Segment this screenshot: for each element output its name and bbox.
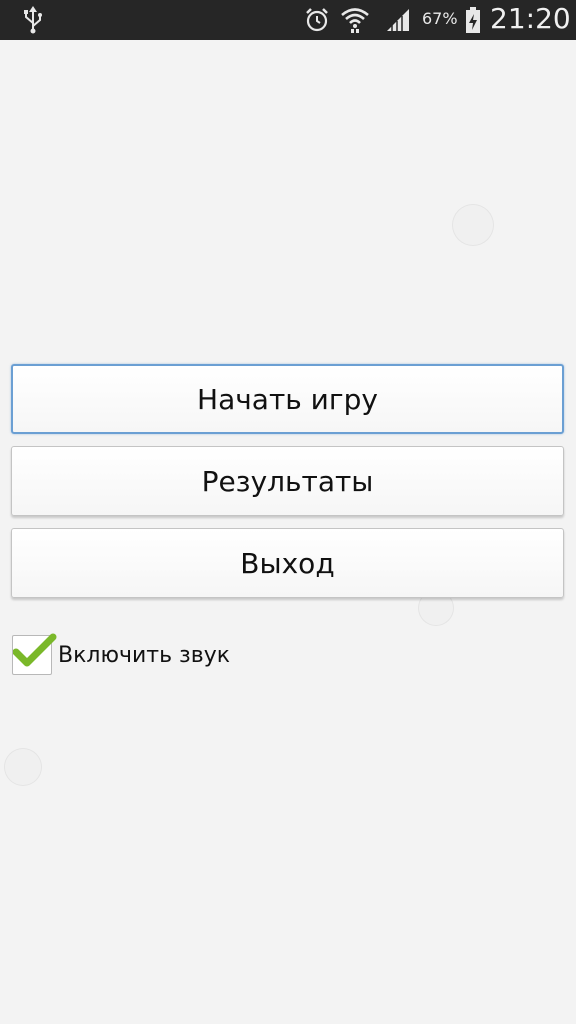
battery-percent: 67% bbox=[422, 9, 458, 28]
decorative-circle bbox=[4, 748, 42, 786]
signal-icon bbox=[384, 0, 412, 40]
status-bar: 67% 21:20 bbox=[0, 0, 576, 40]
results-button[interactable]: Результаты bbox=[11, 446, 564, 516]
usb-icon bbox=[18, 0, 48, 40]
sound-checkbox[interactable] bbox=[12, 633, 57, 675]
battery-charging-icon bbox=[462, 0, 484, 40]
wifi-icon bbox=[340, 0, 370, 40]
sound-label: Включить звук bbox=[58, 642, 231, 668]
clock: 21:20 bbox=[490, 2, 571, 35]
alarm-icon bbox=[302, 0, 332, 40]
checkmark-icon bbox=[13, 633, 57, 667]
exit-button[interactable]: Выход bbox=[11, 528, 564, 598]
decorative-circle bbox=[452, 204, 494, 246]
sound-toggle[interactable]: Включить звук bbox=[12, 633, 231, 676]
start-game-button[interactable]: Начать игру bbox=[11, 364, 564, 434]
